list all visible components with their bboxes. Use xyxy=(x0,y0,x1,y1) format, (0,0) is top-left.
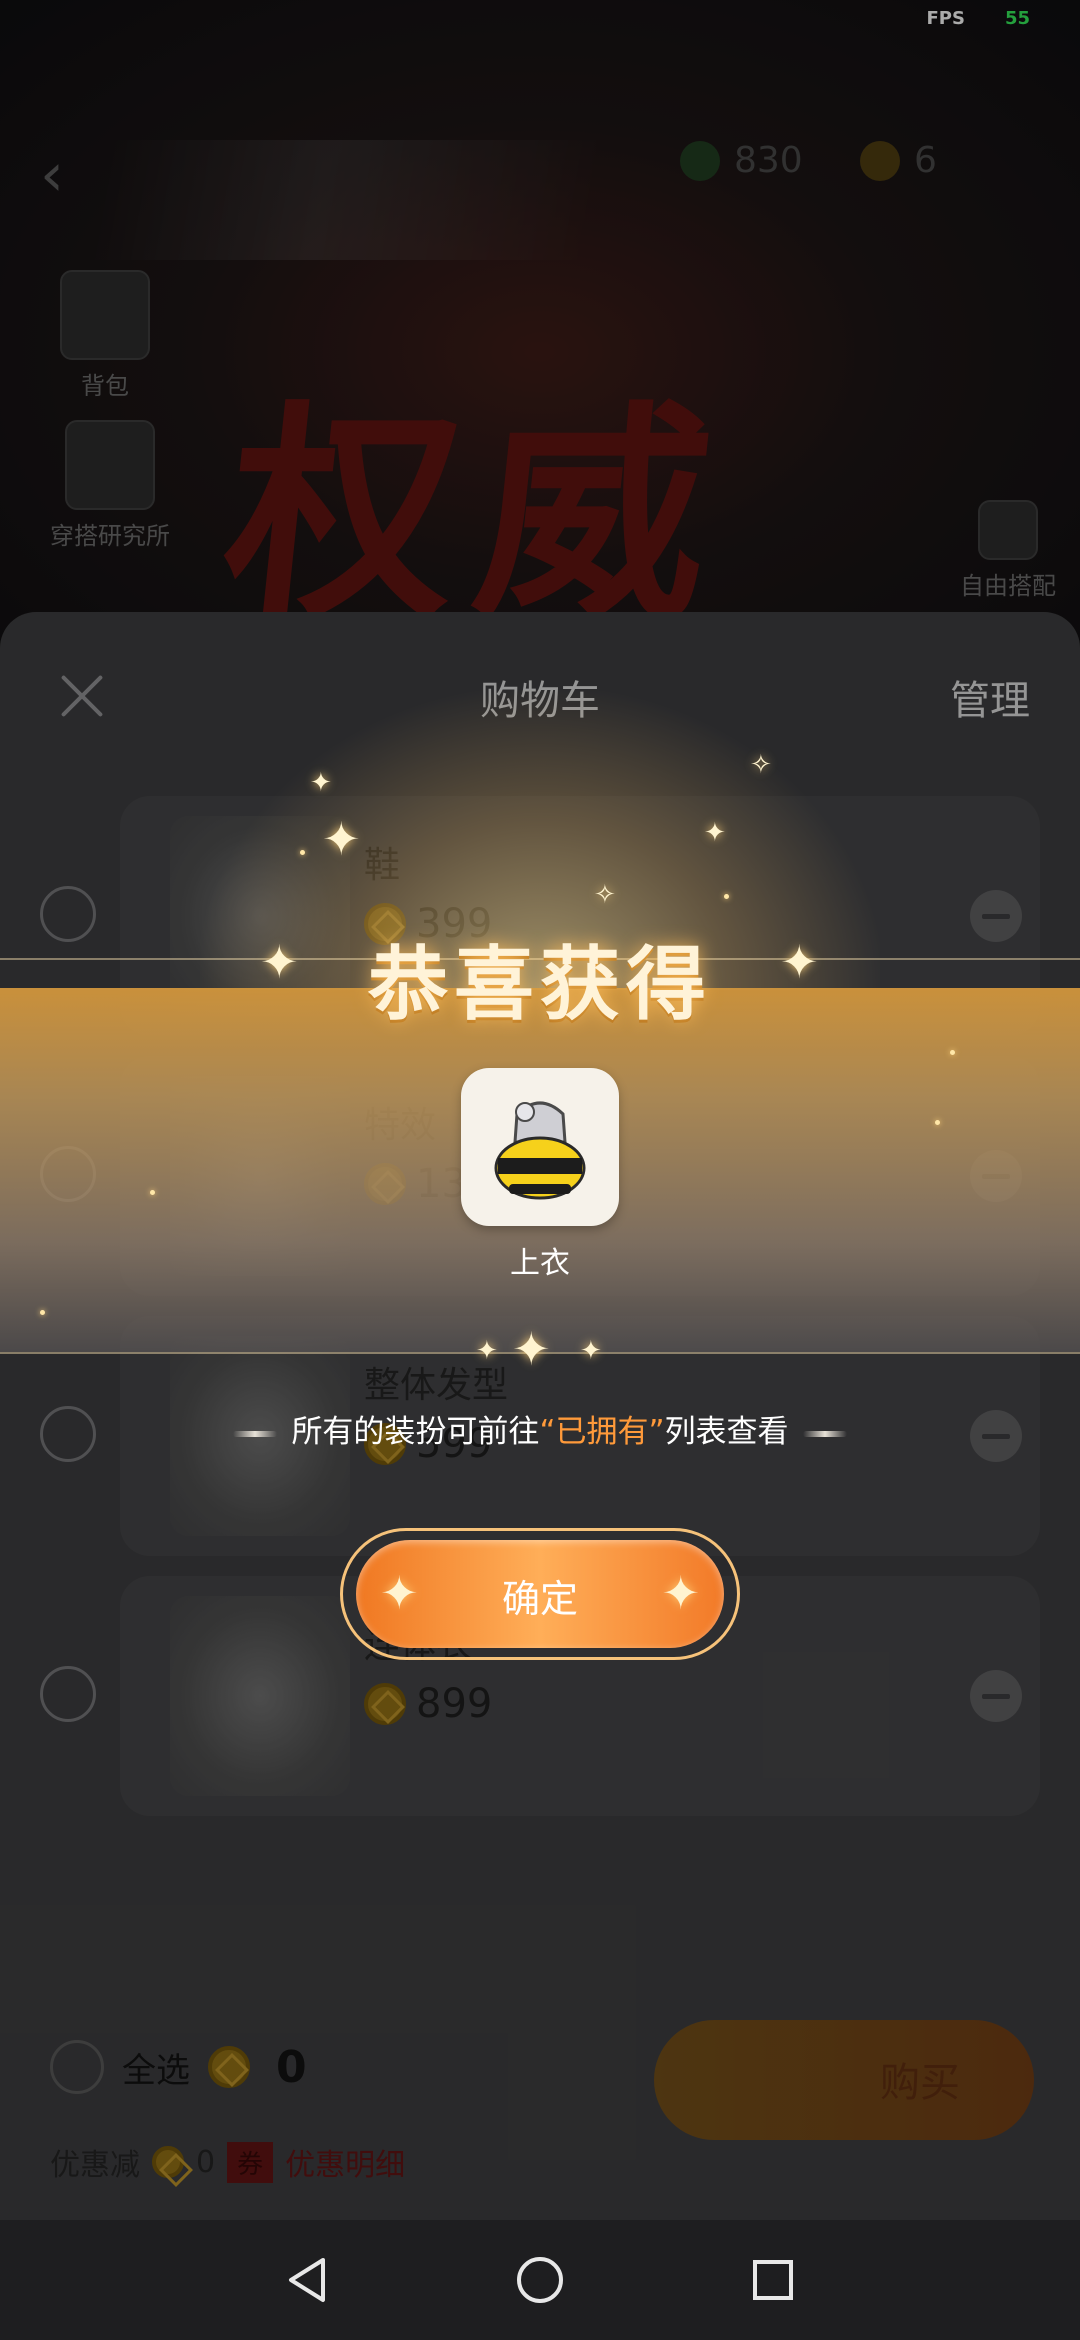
home-nav-button[interactable] xyxy=(510,2250,570,2310)
confirm-button[interactable]: ✦ ✦ 确定 xyxy=(356,1540,724,1648)
recents-square-icon xyxy=(753,2260,794,2300)
glow-dot xyxy=(150,1190,155,1195)
navigation-bar xyxy=(0,2220,1080,2340)
hint-prefix: 所有的装扮可前往 xyxy=(291,1414,540,1450)
sparkle-icon: ✦ xyxy=(704,818,726,848)
divider-ornament xyxy=(802,1430,847,1437)
reward-item-icon xyxy=(494,1101,586,1200)
back-nav-button[interactable] xyxy=(277,2250,337,2310)
home-circle-icon xyxy=(516,2257,563,2303)
glow-dot xyxy=(950,1050,955,1055)
glow-dot xyxy=(300,850,305,855)
recents-nav-button[interactable] xyxy=(743,2250,803,2310)
sparkle-icon: ✦ xyxy=(512,1322,551,1376)
reward-popup: ✦ ✧ ✦ ✦ ✧ ✦ ✦ ✦ ✦ ✦ 恭喜获得 上衣 所有的装扮可前往“已拥有… xyxy=(0,0,1080,2340)
sparkle-icon: ✦ xyxy=(476,1336,498,1366)
glow-dot xyxy=(724,894,729,899)
glow-dot xyxy=(40,1310,45,1315)
divider-ornament xyxy=(233,1430,278,1437)
glow-dot xyxy=(935,1120,940,1125)
reward-title: 恭喜获得 xyxy=(368,938,712,1031)
confirm-label: 确定 xyxy=(501,1577,578,1621)
hint-suffix: 列表查看 xyxy=(664,1414,789,1450)
hint-highlight: “已拥有” xyxy=(539,1414,665,1450)
sparkle-icon: ✧ xyxy=(594,880,616,910)
screen: FPS55 ‹ 830 6 背包 穿搭研究所 自由搭配 权威 购物车 xyxy=(0,0,1080,2340)
sparkle-icon: ✦ xyxy=(580,1336,602,1366)
sparkle-icon: ✧ xyxy=(750,750,772,780)
sparkle-icon: ✦ xyxy=(322,812,361,866)
sparkle-icon: ✦ xyxy=(310,768,332,798)
back-triangle-icon xyxy=(288,2258,325,2302)
owned-list-hint: 所有的装扮可前往“已拥有”列表查看 xyxy=(0,1406,1080,1451)
reward-item-card xyxy=(461,1068,619,1226)
reward-item-name: 上衣 xyxy=(510,1246,570,1281)
